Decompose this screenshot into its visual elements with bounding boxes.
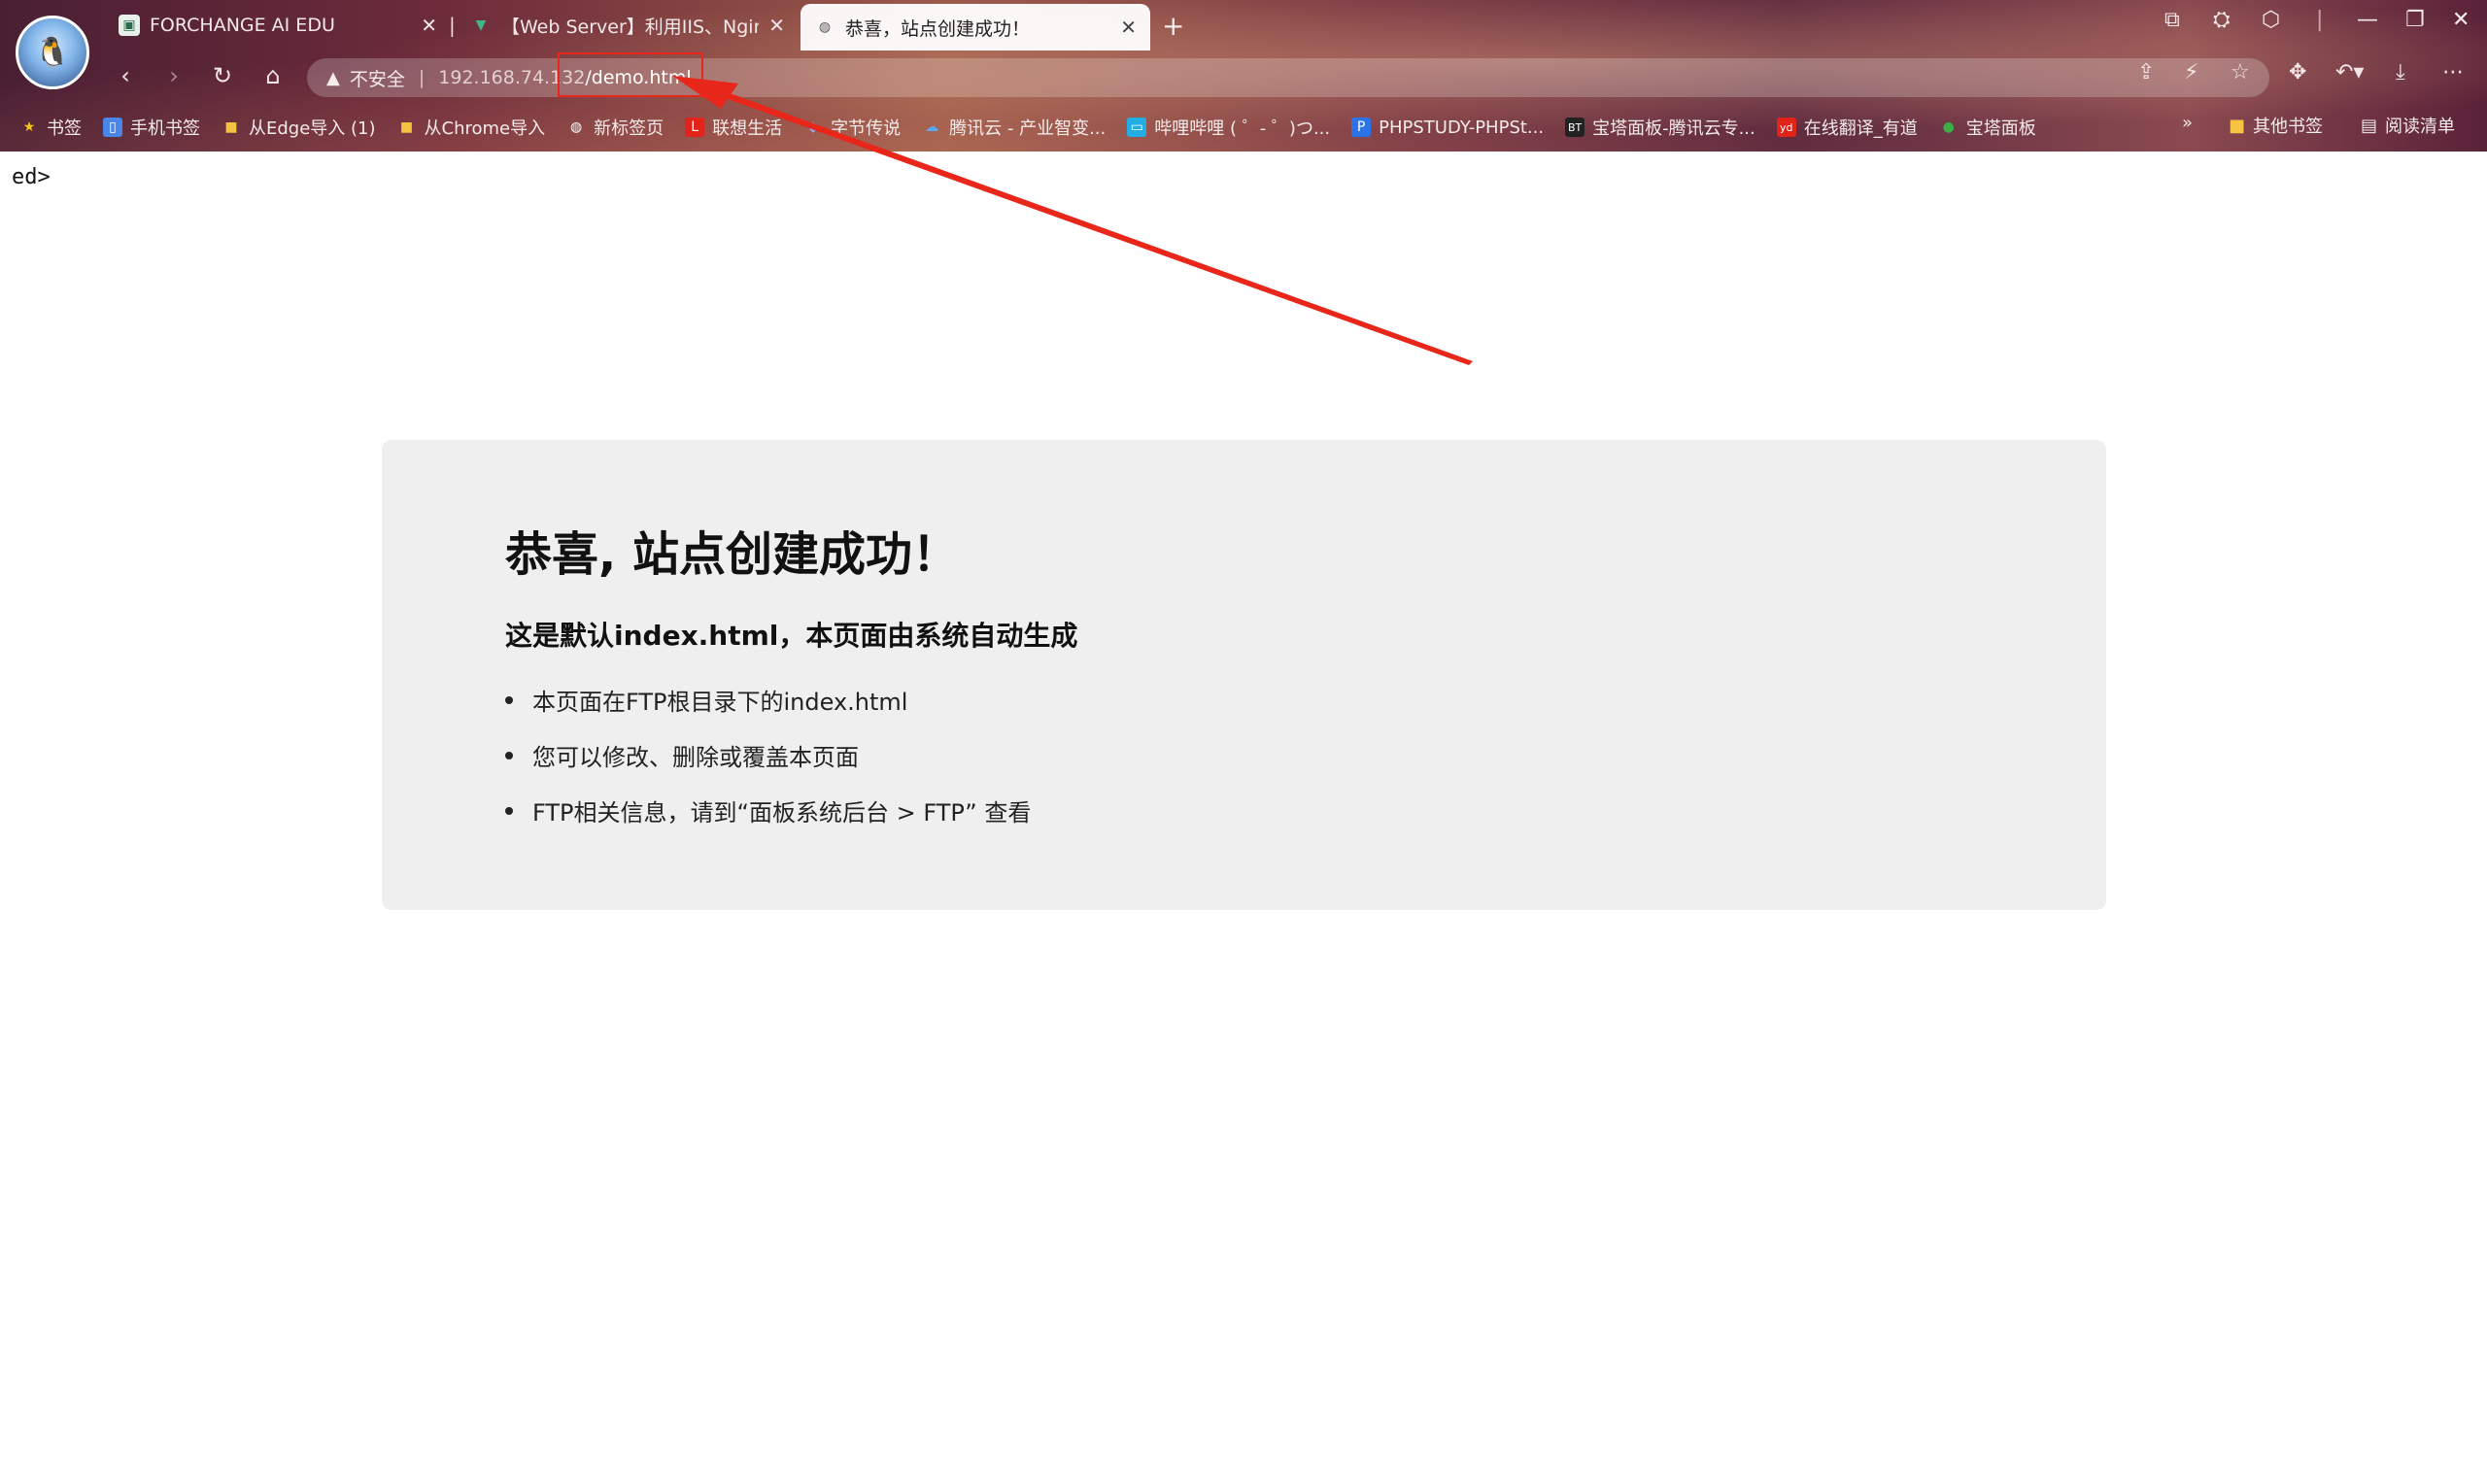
content-card: 恭喜, 站点创建成功！ 这是默认index.html，本页面由系统自动生成 本页… [382,440,2106,910]
tab-title: 【Web Server】利用IIS、Nginx [501,16,760,38]
security-label: 不安全 [349,68,405,90]
reading-list[interactable]: ▤ 阅读清单 [2361,113,2455,138]
bookmark-label: 从Edge导入 (1) [249,118,376,139]
bookmark-item[interactable]: ■ 从Edge导入 (1) [221,115,376,140]
tab-strip: 🐧 ▣ FORCHANGE AI EDU ✕ | ▼ 【Web Server】利… [0,0,2487,89]
bookmark-label: 从Chrome导入 [424,118,546,139]
page-subheading: 这是默认index.html，本页面由系统自动生成 [505,620,1078,652]
other-bookmarks[interactable]: ■ 其他书签 [2229,113,2323,138]
bookmark-item[interactable]: ★ 书签 [19,115,82,140]
tab-title: FORCHANGE AI EDU [150,15,335,36]
close-window-button[interactable]: ✕ [2452,8,2470,32]
minimize-button[interactable]: — [2357,8,2378,32]
bookmark-label: 联想生活 [712,118,783,139]
bookmark-label: PHPSTUDY-PHPSt... [1379,117,1545,138]
tab-actions-icon[interactable]: ⧉ [2164,8,2180,32]
bookmark-label: 宝塔面板 [1965,118,2036,139]
bookmark-item[interactable]: ● 宝塔面板 [1939,115,2036,140]
info-list: 本页面在FTP根目录下的index.html 您可以修改、删除或覆盖本页面 FT… [505,683,1983,827]
bookmarks-bar: ★ 书签 ▯ 手机书签 ■ 从Edge导入 (1) ■ 从Chrome导入 ◍ 新标签页 … [0,105,2487,150]
bookmark-item[interactable]: BT 宝塔面板-腾讯云专... [1565,115,1755,140]
undo-icon[interactable]: ↶▾ [2335,60,2364,84]
more-label: » [2182,113,2194,133]
folder-icon: ■ [2229,115,2246,136]
bookmark-label: 书签 [47,118,82,139]
leaf-icon: ● [1942,119,1955,135]
bookmark-label: 哔哩哔哩 ( ゜- ゜)つ... [1154,118,1331,139]
restore-button[interactable]: ❐ [2405,8,2425,32]
fc-logo-icon: ▣ [119,15,140,36]
close-icon[interactable]: ✕ [421,14,437,37]
more-bookmarks-button[interactable]: » [2182,113,2193,133]
close-icon[interactable]: ✕ [1120,16,1137,39]
star-icon: ★ [22,119,36,135]
vue-logo-icon: ▼ [475,17,487,33]
bookmark-label: 宝塔面板-腾讯云专... [1592,118,1755,139]
tab-divider: | [449,14,456,37]
bookmark-item[interactable]: L 联想生活 [685,115,782,140]
list-item: 您可以修改、删除或覆盖本页面 [505,738,1983,772]
incognito-icon[interactable]: ⛭ [2213,8,2231,32]
bookmark-item[interactable]: P PHPSTUDY-PHPSt... [1351,118,1544,138]
close-icon[interactable]: ✕ [768,14,785,37]
browser-chrome: 🐧 ▣ FORCHANGE AI EDU ✕ | ▼ 【Web Server】利… [0,0,2487,152]
bookmark-item[interactable]: ■ 从Chrome导入 [397,115,546,140]
bytes-icon: ◆ [807,119,819,135]
bookmark-item[interactable]: ◍ 新标签页 [566,115,664,140]
toolbar: ‹ › ↻ ⌂ ▲ 不安全 | 192.168.74.132/demo.html… [0,51,2487,101]
new-tab-button[interactable]: + [1162,10,1184,42]
globe-icon: ◍ [818,19,832,35]
youdao-icon: yd [1776,118,1796,137]
bookmark-label: 字节传说 [831,118,902,139]
bookmark-label: 腾讯云 - 产业智变... [949,118,1107,139]
reload-button[interactable]: ↻ [208,62,237,89]
tab-title: 恭喜，站点创建成功！ [845,17,1031,40]
cloud-icon: ☁ [925,119,939,135]
reading-list-icon: ▤ [2361,115,2378,136]
stray-text: ed> [12,165,51,189]
separator: | [418,67,426,88]
back-button[interactable]: ‹ [111,62,140,89]
star-icon[interactable]: ☆ [2231,60,2250,84]
share-icon[interactable]: ⇪ [2137,60,2155,84]
menu-icon[interactable]: ⋯ [2442,60,2464,84]
page-heading: 恭喜, 站点创建成功！ [505,527,959,582]
annotation-box [558,52,703,97]
bilibili-icon: ▭ [1127,118,1147,137]
tab-web-server[interactable]: ▼ 【Web Server】利用IIS、Nginx ✕ [457,6,799,45]
lightning-icon[interactable]: ⚡ [2184,60,2198,84]
lenovo-icon: L [685,118,705,137]
bookmark-label: 其他书签 [2253,117,2324,137]
profile-avatar[interactable]: 🐧 [16,16,89,89]
home-button[interactable]: ⌂ [258,62,288,89]
folder-icon: ■ [224,119,238,135]
bookmark-item[interactable]: ▯ 手机书签 [103,115,200,140]
bookmark-label: 新标签页 [594,118,664,139]
list-item: 本页面在FTP根目录下的index.html [505,683,1983,717]
edge-icon: ◍ [570,119,583,135]
separator: | [2316,8,2324,32]
bookmark-item[interactable]: ☁ 腾讯云 - 产业智变... [922,115,1106,140]
phone-icon: ▯ [103,118,122,137]
puzzle-icon[interactable]: ✥ [2289,60,2306,84]
p-icon: P [1351,118,1372,137]
download-icon[interactable]: ⤓ [2396,60,2405,84]
bookmark-item[interactable]: yd 在线翻译_有道 [1776,115,1918,140]
extensions-icon[interactable]: ⬡ [2262,8,2280,32]
bookmark-item[interactable]: ◆ 字节传说 [803,115,901,140]
warning-icon: ▲ [326,67,340,88]
folder-icon: ■ [399,119,414,135]
bookmark-label: 在线翻译_有道 [1803,118,1918,139]
forward-button[interactable]: › [159,62,188,89]
bookmark-item[interactable]: ▭ 哔哩哔哩 ( ゜- ゜)つ... [1127,115,1330,140]
bookmark-label: 阅读清单 [2385,117,2456,137]
bookmark-label: 手机书签 [130,118,200,139]
bt-icon: BT [1565,118,1585,137]
list-item: FTP相关信息，请到“面板系统后台 > FTP” 查看 [505,793,1983,827]
tab-success[interactable]: ◍ 恭喜，站点创建成功！ ✕ [801,4,1150,51]
tab-forchange[interactable]: ▣ FORCHANGE AI EDU ✕ [105,6,451,45]
